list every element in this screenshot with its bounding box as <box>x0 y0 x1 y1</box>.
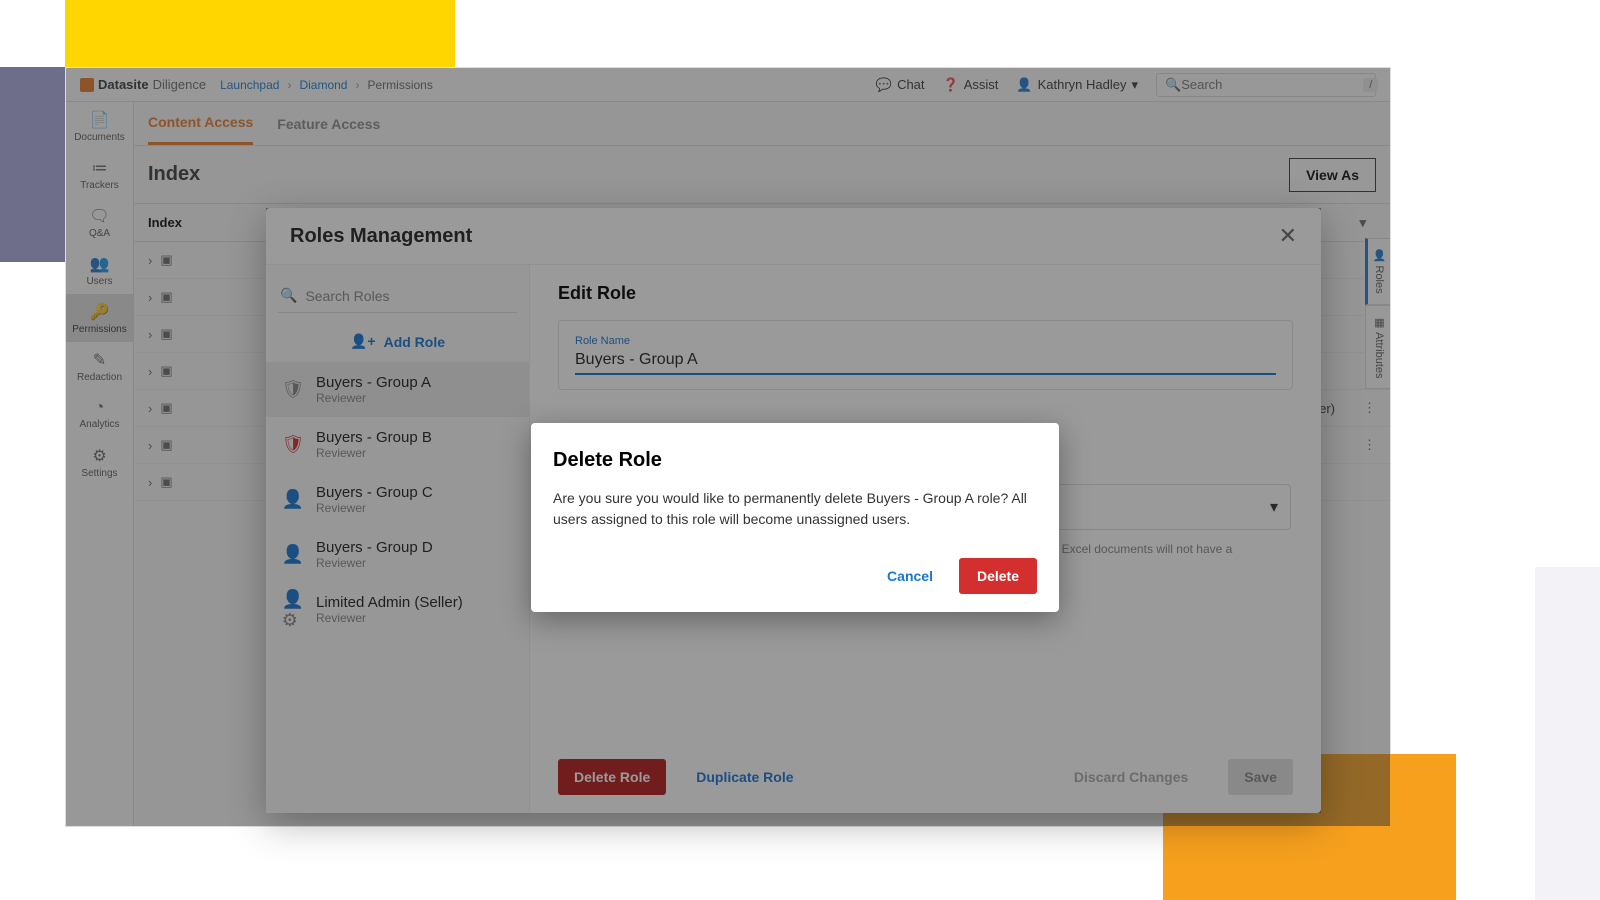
chevron-down-icon: ▾ <box>1131 77 1138 93</box>
nav-analytics[interactable]: ◔ Analytics <box>66 390 133 438</box>
chat-icon: 💬 <box>876 77 892 93</box>
chevron-icon[interactable]: › <box>148 401 152 416</box>
user-menu[interactable]: 👤 Kathryn Hadley ▾ <box>1016 77 1138 93</box>
slash-hint: / <box>1363 78 1378 92</box>
view-as-button[interactable]: View As <box>1289 158 1376 192</box>
folder-icon: ▣ <box>160 252 172 268</box>
breadcrumb: Launchpad › Diamond › Permissions <box>220 78 433 92</box>
nav-users[interactable]: 👥 Users <box>66 246 133 294</box>
topbar-right: 💬 Chat ❓ Assist 👤 Kathryn Hadley ▾ 🔍 / <box>876 73 1376 97</box>
decorative-yellow-block <box>65 0 455 67</box>
folder-icon: ▣ <box>160 326 172 342</box>
breadcrumb-0[interactable]: Launchpad <box>220 78 279 92</box>
assist-label: Assist <box>964 77 999 92</box>
right-tab-roles[interactable]: 👤 Roles <box>1365 238 1391 305</box>
documents-icon: 📄 <box>90 110 110 130</box>
decorative-grey-block <box>1535 567 1600 900</box>
grid-icon: ▦ <box>1373 316 1385 329</box>
nav-label: Users <box>86 276 112 287</box>
folder-icon: ▣ <box>160 474 172 490</box>
folder-icon: ▣ <box>160 400 172 416</box>
confirm-delete-dialog: Delete Role Are you sure you would like … <box>531 423 1059 612</box>
folder-icon: ▣ <box>160 363 172 379</box>
users-icon: 👥 <box>90 254 110 274</box>
caret-down-icon[interactable]: ▾ <box>1359 215 1366 231</box>
nav-label: Analytics <box>79 419 119 430</box>
tab-content-access[interactable]: Content Access <box>148 102 253 145</box>
right-tab-label: Attributes <box>1373 332 1385 378</box>
nav-label: Trackers <box>80 180 119 191</box>
qa-icon: 🗨 <box>89 206 109 226</box>
folder-icon: ▣ <box>160 437 172 453</box>
app-frame: Datasite Diligence Launchpad › Diamond ›… <box>65 67 1391 827</box>
user-name: Kathryn Hadley <box>1038 77 1127 92</box>
chevron-icon[interactable]: › <box>148 327 152 342</box>
search-box[interactable]: 🔍 / <box>1156 73 1376 97</box>
brand-name: Datasite <box>98 77 149 92</box>
search-icon: 🔍 <box>1165 77 1181 93</box>
nav-redaction[interactable]: ✎ Redaction <box>66 342 133 390</box>
chat-link[interactable]: 💬 Chat <box>876 77 925 93</box>
nav-permissions[interactable]: 🔑 Permissions <box>66 294 133 342</box>
index-label: Index <box>148 215 182 230</box>
breadcrumb-2: Permissions <box>367 78 432 92</box>
trackers-icon: ≔ <box>92 158 108 178</box>
leftnav: 📄 Documents ≔ Trackers 🗨 Q&A 👥 Users 🔑 Permis… <box>66 102 134 826</box>
confirm-actions: Cancel Delete <box>553 558 1037 594</box>
confirm-title: Delete Role <box>553 449 1037 472</box>
nav-label: Settings <box>81 468 117 479</box>
search-input[interactable] <box>1181 77 1357 92</box>
nav-label: Permissions <box>72 324 126 335</box>
topbar: Datasite Diligence Launchpad › Diamond ›… <box>66 68 1390 102</box>
nav-documents[interactable]: 📄 Documents <box>66 102 133 150</box>
right-tab-attributes[interactable]: ▦ Attributes <box>1365 305 1391 390</box>
confirm-message: Are you sure you would like to permanent… <box>553 488 1037 530</box>
brand-icon <box>80 78 94 92</box>
chat-label: Chat <box>897 77 924 92</box>
chevron-icon[interactable]: › <box>148 475 152 490</box>
right-tabs: 👤 Roles ▦ Attributes <box>1365 238 1391 389</box>
chevron-icon[interactable]: › <box>148 364 152 379</box>
brand-sub: Diligence <box>153 77 206 92</box>
nav-qa[interactable]: 🗨 Q&A <box>66 198 133 246</box>
redaction-icon: ✎ <box>93 350 106 370</box>
person-icon: 👤 <box>1373 249 1385 262</box>
nav-label: Q&A <box>89 228 110 239</box>
delete-button[interactable]: Delete <box>959 558 1037 594</box>
nav-label: Redaction <box>77 372 122 383</box>
assist-link[interactable]: ❓ Assist <box>943 77 999 93</box>
page-title: Index <box>148 163 200 186</box>
cancel-button[interactable]: Cancel <box>875 558 945 594</box>
brand: Datasite Diligence <box>80 77 206 92</box>
decorative-purple-block <box>0 67 65 262</box>
breadcrumb-sep: › <box>287 78 291 92</box>
row-menu[interactable]: ⋮ <box>1363 400 1376 416</box>
assist-icon: ❓ <box>943 77 959 93</box>
analytics-icon: ◔ <box>95 399 105 417</box>
page-header: Index View As <box>134 146 1390 204</box>
settings-icon: ⚙ <box>92 446 106 466</box>
nav-trackers[interactable]: ≔ Trackers <box>66 150 133 198</box>
user-icon: 👤 <box>1016 77 1032 93</box>
nav-settings[interactable]: ⚙ Settings <box>66 438 133 486</box>
breadcrumb-1[interactable]: Diamond <box>299 78 347 92</box>
chevron-icon[interactable]: › <box>148 438 152 453</box>
chevron-icon[interactable]: › <box>148 290 152 305</box>
permissions-icon: 🔑 <box>90 302 110 322</box>
folder-icon: ▣ <box>160 289 172 305</box>
row-menu[interactable]: ⋮ <box>1363 437 1376 453</box>
tab-feature-access[interactable]: Feature Access <box>277 104 380 144</box>
breadcrumb-sep: › <box>355 78 359 92</box>
right-tab-label: Roles <box>1373 266 1385 294</box>
tabs-row: Content Access Feature Access <box>134 102 1390 146</box>
chevron-icon[interactable]: › <box>148 253 152 268</box>
nav-label: Documents <box>74 132 125 143</box>
